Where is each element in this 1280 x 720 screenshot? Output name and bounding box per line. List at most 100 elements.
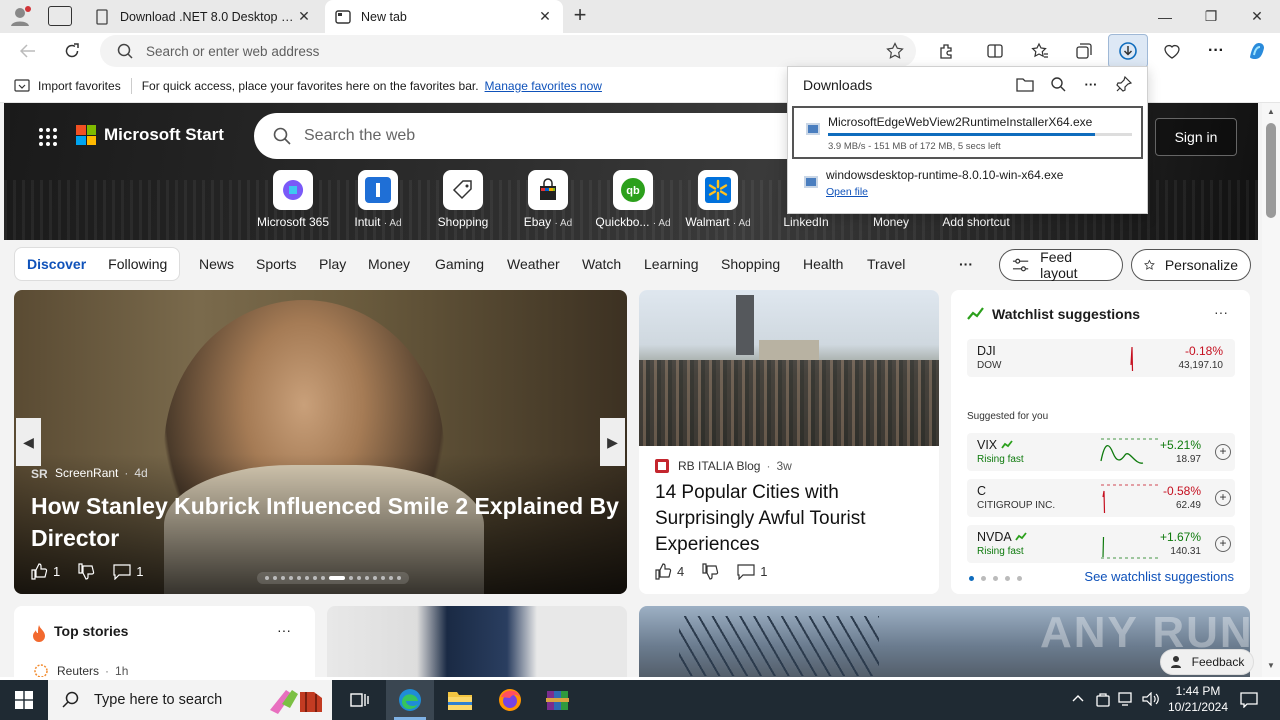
taskbar-firefox[interactable] — [486, 680, 534, 720]
extensions-icon[interactable] — [935, 40, 959, 62]
vertical-scrollbar[interactable]: ▲ ▼ — [1262, 103, 1280, 677]
settings-more-icon[interactable]: ··· — [1204, 40, 1228, 62]
category-learning[interactable]: Learning — [644, 256, 699, 272]
scroll-up-arrow-icon[interactable]: ▲ — [1266, 107, 1276, 117]
more-categories-button[interactable]: ··· — [959, 256, 973, 272]
close-tab-icon[interactable]: ✕ — [537, 8, 553, 25]
watchlist-pager[interactable] — [969, 576, 1029, 581]
stock-row-nvda[interactable]: NVDA Rising fast +1.67% 140.31 + — [967, 525, 1235, 563]
hero-article-title[interactable]: How Stanley Kubrick Influenced Smile 2 E… — [31, 490, 621, 554]
category-sports[interactable]: Sports — [256, 256, 296, 272]
network-icon[interactable] — [1118, 692, 1134, 709]
web-search-box[interactable]: Search the web — [254, 113, 814, 159]
browser-essentials-icon[interactable] — [1160, 40, 1184, 62]
category-travel[interactable]: Travel — [867, 256, 905, 272]
shortcut-intuit[interactable]: Intuit · Ad — [338, 170, 418, 229]
dislike-button[interactable] — [702, 563, 719, 580]
tab-new-tab[interactable]: New tab ✕ — [325, 0, 563, 33]
add-to-watchlist-button[interactable]: + — [1215, 536, 1231, 552]
article-source[interactable]: RB ITALIA Blog · 3w — [655, 459, 792, 473]
address-bar[interactable]: Search or enter web address — [100, 35, 916, 67]
system-clock[interactable]: 1:44 PM 10/21/2024 — [1162, 683, 1234, 715]
more-options-button[interactable]: ··· — [1214, 304, 1228, 320]
taskbar-search-box[interactable]: Type here to search — [48, 680, 332, 720]
scrollbar-thumb[interactable] — [1266, 123, 1276, 218]
taskbar-file-explorer[interactable] — [436, 680, 484, 720]
open-file-link[interactable]: Open file — [826, 186, 868, 198]
copilot-icon[interactable] — [1245, 40, 1269, 62]
more-options-icon[interactable]: ··· — [1080, 74, 1102, 94]
open-folder-icon[interactable] — [1014, 74, 1036, 94]
close-window-button[interactable]: ✕ — [1234, 0, 1280, 33]
carousel-next-button[interactable]: ▶ — [600, 418, 625, 466]
watchlist-title[interactable]: Watchlist suggestions — [967, 306, 1140, 322]
close-tab-icon[interactable]: ✕ — [296, 8, 312, 25]
app-launcher-icon[interactable] — [38, 127, 58, 147]
tab-dotnet-download[interactable]: Download .NET 8.0 Desktop Runtime (v8.0.… — [84, 0, 322, 33]
tab-following[interactable]: Following — [108, 256, 167, 272]
carousel-indicator[interactable] — [257, 572, 409, 584]
category-gaming[interactable]: Gaming — [435, 256, 484, 272]
stock-row-citigroup[interactable]: C CITIGROUP INC. -0.58% 62.49 + — [967, 479, 1235, 517]
refresh-button[interactable] — [59, 39, 85, 63]
sign-in-button[interactable]: Sign in — [1155, 118, 1237, 156]
download-item-complete[interactable]: windowsdesktop-runtime-8.0.10-win-x64.ex… — [792, 161, 1143, 214]
comment-button[interactable]: 1 — [737, 563, 767, 580]
category-shopping[interactable]: Shopping — [721, 256, 780, 272]
new-tab-button[interactable]: + — [568, 4, 592, 28]
dislike-button[interactable] — [78, 563, 95, 580]
shortcut-ebay[interactable]: Ebay · Ad — [508, 170, 588, 229]
notifications-button[interactable] — [1240, 692, 1258, 711]
see-watchlist-link[interactable]: See watchlist suggestions — [1084, 569, 1234, 584]
feed-layout-button[interactable]: Feed layout — [999, 249, 1123, 281]
shortcut-walmart[interactable]: Walmart · Ad — [678, 170, 758, 229]
shortcut-quickbooks[interactable]: qb Quickbo... · Ad — [593, 170, 673, 229]
tab-actions-icon[interactable] — [48, 6, 72, 26]
category-health[interactable]: Health — [803, 256, 843, 272]
tab-discover[interactable]: Discover — [27, 256, 86, 272]
pin-icon[interactable] — [1113, 74, 1135, 94]
shortcut-microsoft-365[interactable]: Microsoft 365 — [253, 170, 333, 229]
carousel-prev-button[interactable]: ◀ — [16, 418, 41, 466]
shortcut-shopping[interactable]: Shopping — [423, 170, 503, 229]
volume-icon[interactable] — [1142, 691, 1160, 709]
taskbar-winrar[interactable] — [534, 680, 582, 720]
favorites-icon[interactable] — [1028, 40, 1052, 62]
article-title[interactable]: 14 Popular Cities with Surprisingly Awfu… — [655, 480, 925, 558]
category-news[interactable]: News — [199, 256, 234, 272]
category-play[interactable]: Play — [319, 256, 346, 272]
feedback-button[interactable]: Feedback — [1160, 649, 1254, 675]
task-view-button[interactable] — [336, 680, 384, 720]
scroll-down-arrow-icon[interactable]: ▼ — [1266, 661, 1276, 671]
microsoft-start-logo[interactable]: Microsoft Start — [76, 125, 224, 145]
category-weather[interactable]: Weather — [507, 256, 560, 272]
download-item-in-progress[interactable]: MicrosoftEdgeWebView2RuntimeInstallerX64… — [792, 106, 1143, 159]
article-source[interactable]: SR ScreenRant · 4d — [31, 466, 148, 480]
stock-row-vix[interactable]: VIX Rising fast +5.21% 18.97 + — [967, 433, 1235, 471]
add-to-watchlist-button[interactable]: + — [1215, 444, 1231, 460]
article-card[interactable]: RB ITALIA Blog · 3w 14 Popular Cities wi… — [639, 290, 939, 594]
tray-security-icon[interactable] — [1096, 692, 1110, 711]
comment-button[interactable]: 1 — [113, 563, 143, 580]
article-image-card[interactable] — [327, 606, 627, 677]
add-to-watchlist-button[interactable]: + — [1215, 490, 1231, 506]
more-options-button[interactable]: ··· — [277, 622, 291, 638]
category-watch[interactable]: Watch — [582, 256, 621, 272]
import-favorites-button[interactable]: Import favorites — [14, 79, 121, 93]
like-button[interactable]: 4 — [655, 563, 684, 580]
back-button[interactable] — [15, 39, 41, 63]
manage-favorites-link[interactable]: Manage favorites now — [485, 79, 602, 93]
favorite-star-icon[interactable] — [886, 42, 904, 60]
downloads-button[interactable] — [1108, 34, 1148, 68]
split-screen-icon[interactable] — [983, 40, 1007, 62]
show-hidden-icons-button[interactable] — [1072, 692, 1084, 706]
hero-article-card[interactable]: ◀ ▶ SR ScreenRant · 4d How Stanley Kubri… — [14, 290, 627, 594]
minimize-button[interactable]: — — [1142, 0, 1188, 33]
story-source[interactable]: Reuters · 1h — [34, 664, 128, 677]
category-money[interactable]: Money — [368, 256, 410, 272]
stock-row-dji[interactable]: DJI DOW -0.18% 43,197.10 — [967, 339, 1235, 377]
like-button[interactable]: 1 — [31, 563, 60, 580]
search-downloads-icon[interactable] — [1047, 74, 1069, 94]
personalize-button[interactable]: Personalize — [1131, 249, 1251, 281]
collections-icon[interactable] — [1072, 40, 1096, 62]
